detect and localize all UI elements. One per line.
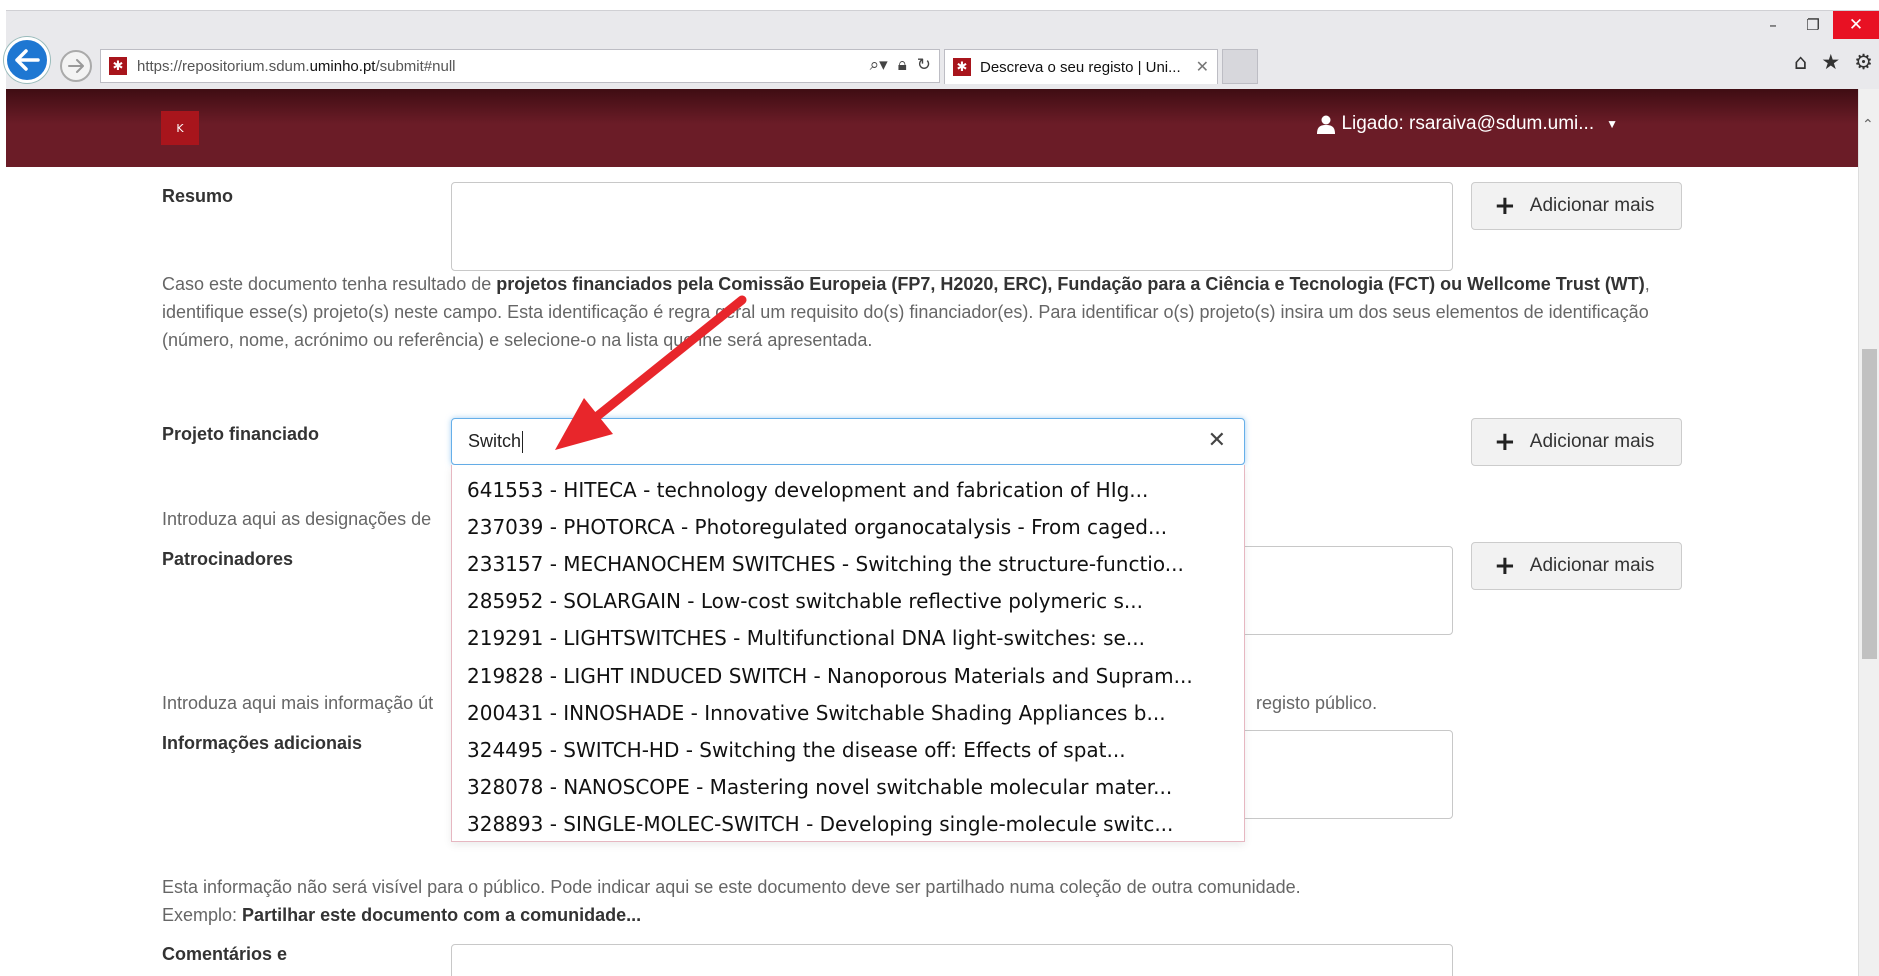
projeto-help-text: Caso este documento tenha resultado de p… — [162, 274, 1650, 350]
text-cursor — [522, 430, 524, 453]
site-favicon-icon: ✱ — [109, 57, 127, 75]
projeto-label: Projeto financiado — [162, 424, 320, 444]
informacoes-label: Informações adicionais — [162, 733, 363, 753]
suggestion-item[interactable]: 219828 - LIGHT INDUCED SWITCH - Nanoporo… — [452, 657, 1244, 694]
info-help-text-left: Introduza aqui mais informação út — [162, 693, 434, 713]
add-more-label: Adicionar mais — [1529, 431, 1655, 452]
screen: – ❐ ✕ ✱ https://repositorium.sdum.uminho… — [0, 0, 1879, 976]
add-more-label: Adicionar mais — [1529, 195, 1655, 216]
resumo-label: Resumo — [162, 186, 234, 206]
patrocinadores-label: Patrocinadores — [162, 549, 294, 569]
info-help-text-right: registo público. — [1256, 693, 1378, 713]
tab-close-icon[interactable]: ✕ — [1196, 57, 1209, 76]
lock-icon[interactable]: 🔒︎ — [898, 55, 907, 75]
suggestion-item[interactable]: 328078 - NANOSCOPE - Mastering novel swi… — [452, 769, 1244, 806]
add-more-label: Adicionar mais — [1529, 555, 1655, 576]
clear-input-icon[interactable]: ✕ — [1208, 428, 1226, 453]
address-bar[interactable]: ✱ https://repositorium.sdum.uminho.pt/su… — [100, 49, 940, 83]
plus-icon: + — [1494, 427, 1516, 457]
chevron-down-icon: ▼ — [1606, 117, 1618, 131]
resumo-textarea[interactable] — [451, 182, 1453, 271]
suggestion-item[interactable]: 324495 - SWITCH-HD - Switching the disea… — [452, 731, 1244, 768]
suggestion-item[interactable]: 285952 - SOLARGAIN - Low-cost switchable… — [452, 583, 1244, 620]
window-controls: – ❐ ✕ — [1753, 11, 1879, 41]
projeto-input-value: Switch — [468, 431, 522, 451]
forward-button[interactable] — [60, 50, 92, 82]
scroll-up-icon[interactable]: ⌃ — [1862, 117, 1874, 133]
add-more-resumo-button[interactable]: + Adicionar mais — [1471, 182, 1682, 230]
comentarios-help-text: Esta informação não será visível para o … — [162, 877, 1301, 925]
comentarios-textarea[interactable] — [451, 944, 1453, 976]
back-arrow-icon — [15, 49, 40, 71]
suggestion-item[interactable]: 328893 - SINGLE-MOLEC-SWITCH - Developin… — [452, 806, 1244, 843]
settings-gear-icon[interactable]: ⚙ — [1854, 50, 1873, 74]
search-icon[interactable]: ⌕▾ — [870, 55, 888, 75]
favorites-star-icon[interactable]: ★ — [1821, 50, 1840, 74]
slide-banner — [0, 0, 1879, 10]
plus-icon: + — [1494, 551, 1516, 581]
tab-favicon-icon: ✱ — [953, 58, 971, 76]
minimize-button[interactable]: – — [1753, 11, 1793, 39]
suggestion-item[interactable]: 641553 - HITECA - technology development… — [452, 471, 1244, 508]
projeto-search-input[interactable]: Switch ✕ — [451, 418, 1245, 465]
browser-tab-active[interactable]: ✱ Descreva o seu registo | Uni... ✕ — [944, 49, 1218, 84]
browser-toolbar-icons: ⌂ ★ ⚙ — [1794, 50, 1873, 74]
page-scrollbar[interactable]: ⌃ — [1858, 89, 1879, 976]
suggestion-item[interactable]: 233157 - MECHANOCHEM SWITCHES - Switchin… — [452, 545, 1244, 582]
address-actions: ⌕▾ 🔒︎ ↻ — [870, 55, 931, 75]
back-button[interactable] — [4, 37, 50, 83]
patrocinadores-help-text: Introduza aqui as designações de — [162, 509, 432, 529]
suggestion-item[interactable]: 200431 - INNOSHADE - Innovative Switchab… — [452, 694, 1244, 731]
refresh-icon[interactable]: ↻ — [917, 55, 931, 75]
new-tab-button[interactable] — [1222, 49, 1258, 84]
add-more-patrocinadores-button[interactable]: + Adicionar mais — [1471, 542, 1682, 590]
close-window-button[interactable]: ✕ — [1833, 11, 1879, 39]
suggestion-item[interactable]: 237039 - PHOTORCA - Photoregulated organ… — [452, 508, 1244, 545]
tab-title: Descreva o seu registo | Uni... — [980, 58, 1181, 76]
plus-icon: + — [1494, 191, 1516, 221]
comentarios-label: Comentários e — [162, 944, 288, 964]
add-more-projeto-button[interactable]: + Adicionar mais — [1471, 418, 1682, 466]
scroll-thumb[interactable] — [1862, 349, 1877, 659]
projeto-suggestions: 641553 - HITECA - technology development… — [451, 465, 1245, 842]
restore-button[interactable]: ❐ — [1793, 11, 1833, 39]
suggestion-item[interactable]: 219291 - LIGHTSWITCHES - Multifunctional… — [452, 620, 1244, 657]
site-header: K Ligado: rsaraiva@sdum.umi... ▼ — [6, 89, 1858, 167]
home-icon[interactable]: ⌂ — [1794, 50, 1807, 74]
user-label: Ligado: rsaraiva@sdum.umi... — [1341, 113, 1595, 134]
url-text: https://repositorium.sdum.uminho.pt/subm… — [137, 57, 456, 75]
forward-arrow-icon — [68, 59, 84, 73]
user-icon — [1317, 115, 1336, 134]
submission-form: Resumo + Adicionar mais Caso este documen… — [6, 167, 1858, 976]
site-logo[interactable]: K — [161, 111, 199, 145]
user-menu[interactable]: Ligado: rsaraiva@sdum.umi... ▼ — [1317, 113, 1618, 135]
